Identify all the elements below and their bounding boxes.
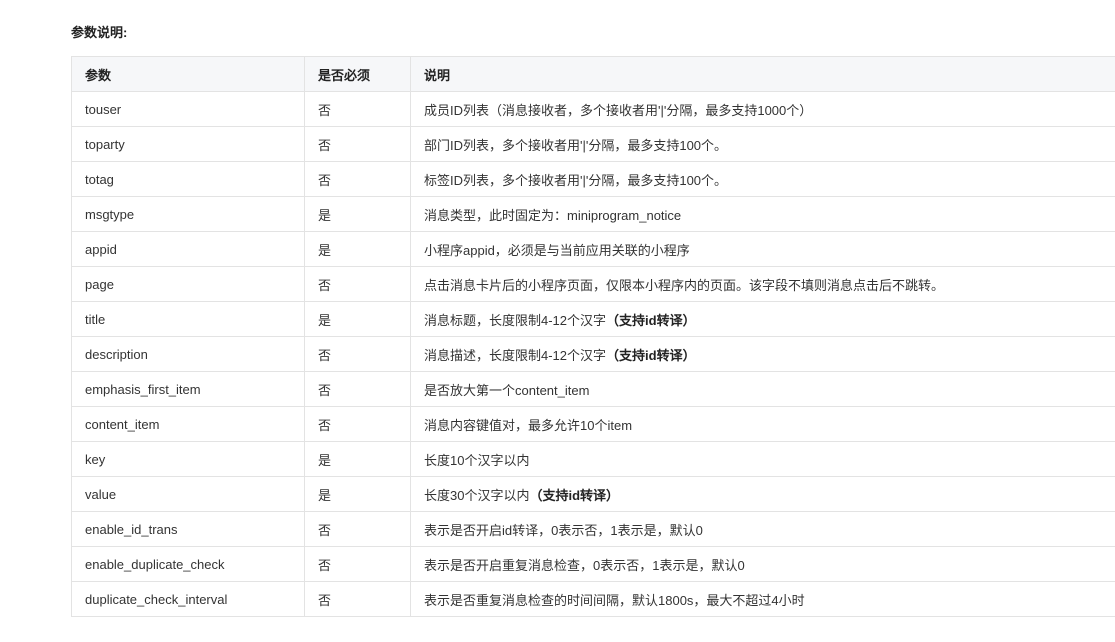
param-description: 长度30个汉字以内（支持id转译） xyxy=(410,476,1115,512)
header-required: 是否必须 xyxy=(304,56,411,92)
description-text: 消息描述，长度限制4-12个汉字 xyxy=(424,347,607,363)
table-row: enable_duplicate_check 否 表示是否开启重复消息检查，0表… xyxy=(71,546,1115,582)
param-required: 否 xyxy=(304,161,411,197)
table-row: appid 是 小程序appid，必须是与当前应用关联的小程序 xyxy=(71,231,1115,267)
param-required: 否 xyxy=(304,91,411,127)
param-required: 否 xyxy=(304,581,411,617)
description-text: 长度10个汉字以内 xyxy=(424,452,530,468)
param-description: 部门ID列表，多个接收者用'|'分隔，最多支持100个。 xyxy=(410,126,1115,162)
table-header-row: 参数 是否必须 说明 xyxy=(71,56,1115,92)
description-text: 长度30个汉字以内 xyxy=(424,487,530,503)
description-text: 成员ID列表（消息接收者，多个接收者用'|'分隔，最多支持1000个） xyxy=(424,102,813,118)
param-required: 否 xyxy=(304,546,411,582)
id-translation-note: （支持id转译） xyxy=(529,487,620,503)
param-description: 标签ID列表，多个接收者用'|'分隔，最多支持100个。 xyxy=(410,161,1115,197)
param-name: enable_duplicate_check xyxy=(71,546,305,582)
param-required: 否 xyxy=(304,126,411,162)
param-required: 是 xyxy=(304,231,411,267)
table-row: description 否 消息描述，长度限制4-12个汉字（支持id转译） xyxy=(71,336,1115,372)
section-title: 参数说明: xyxy=(71,25,128,40)
table-row: enable_id_trans 否 表示是否开启id转译，0表示否，1表示是，默… xyxy=(71,511,1115,547)
header-param: 参数 xyxy=(71,56,305,92)
param-required: 否 xyxy=(304,336,411,372)
param-required: 否 xyxy=(304,511,411,547)
param-description: 成员ID列表（消息接收者，多个接收者用'|'分隔，最多支持1000个） xyxy=(410,91,1115,127)
table-row: totag 否 标签ID列表，多个接收者用'|'分隔，最多支持100个。 xyxy=(71,161,1115,197)
param-description: 是否放大第一个content_item xyxy=(410,371,1115,407)
id-translation-note: （支持id转译） xyxy=(606,347,696,363)
table-body: touser 否 成员ID列表（消息接收者，多个接收者用'|'分隔，最多支持10… xyxy=(71,91,1115,617)
param-description: 长度10个汉字以内 xyxy=(410,441,1115,477)
param-name: description xyxy=(71,336,305,372)
table-row: page 否 点击消息卡片后的小程序页面，仅限本小程序内的页面。该字段不填则消息… xyxy=(71,266,1115,302)
description-text: 表示是否重复消息检查的时间间隔，默认1800s，最大不超过4小时 xyxy=(424,592,805,608)
param-description: 消息描述，长度限制4-12个汉字（支持id转译） xyxy=(410,336,1115,372)
param-description: 点击消息卡片后的小程序页面，仅限本小程序内的页面。该字段不填则消息点击后不跳转。 xyxy=(410,266,1115,302)
param-description: 消息标题，长度限制4-12个汉字（支持id转译） xyxy=(410,301,1115,337)
param-description: 小程序appid，必须是与当前应用关联的小程序 xyxy=(410,231,1115,267)
description-text: 消息内容键值对，最多允许10个item xyxy=(424,417,633,433)
param-name: page xyxy=(71,266,305,302)
description-text: 消息类型，此时固定为：miniprogram_notice xyxy=(424,207,682,223)
table-row: msgtype 是 消息类型，此时固定为：miniprogram_notice xyxy=(71,196,1115,232)
param-name: totag xyxy=(71,161,305,197)
param-description: 表示是否重复消息检查的时间间隔，默认1800s，最大不超过4小时 xyxy=(410,581,1115,617)
description-text: 表示是否开启重复消息检查，0表示否，1表示是，默认0 xyxy=(424,557,745,573)
param-name: title xyxy=(71,301,305,337)
description-text: 部门ID列表，多个接收者用'|'分隔，最多支持100个。 xyxy=(424,137,728,153)
description-text: 消息标题，长度限制4-12个汉字 xyxy=(424,312,607,328)
table-row: value 是 长度30个汉字以内（支持id转译） xyxy=(71,476,1115,512)
description-text: 标签ID列表，多个接收者用'|'分隔，最多支持100个。 xyxy=(424,172,728,188)
param-name: key xyxy=(71,441,305,477)
param-required: 是 xyxy=(304,301,411,337)
param-required: 是 xyxy=(304,196,411,232)
param-required: 否 xyxy=(304,266,411,302)
table-row: content_item 否 消息内容键值对，最多允许10个item xyxy=(71,406,1115,442)
table-row: duplicate_check_interval 否 表示是否重复消息检查的时间… xyxy=(71,581,1115,617)
param-name: value xyxy=(71,476,305,512)
param-required: 是 xyxy=(304,441,411,477)
description-text: 点击消息卡片后的小程序页面，仅限本小程序内的页面。该字段不填则消息点击后不跳转。 xyxy=(424,277,945,293)
param-description: 消息内容键值对，最多允许10个item xyxy=(410,406,1115,442)
table-row: touser 否 成员ID列表（消息接收者，多个接收者用'|'分隔，最多支持10… xyxy=(71,91,1115,127)
id-translation-note: （支持id转译） xyxy=(606,312,696,328)
description-text: 是否放大第一个content_item xyxy=(424,382,590,398)
param-required: 否 xyxy=(304,406,411,442)
param-description: 表示是否开启重复消息检查，0表示否，1表示是，默认0 xyxy=(410,546,1115,582)
header-description: 说明 xyxy=(410,56,1115,92)
table-row: emphasis_first_item 否 是否放大第一个content_ite… xyxy=(71,371,1115,407)
table-row: title 是 消息标题，长度限制4-12个汉字（支持id转译） xyxy=(71,301,1115,337)
param-name: touser xyxy=(71,91,305,127)
param-name: enable_id_trans xyxy=(71,511,305,547)
table-row: toparty 否 部门ID列表，多个接收者用'|'分隔，最多支持100个。 xyxy=(71,126,1115,162)
param-name: msgtype xyxy=(71,196,305,232)
param-required: 否 xyxy=(304,371,411,407)
param-name: duplicate_check_interval xyxy=(71,581,305,617)
param-description: 表示是否开启id转译，0表示否，1表示是，默认0 xyxy=(410,511,1115,547)
table-row: key 是 长度10个汉字以内 xyxy=(71,441,1115,477)
description-text: 小程序appid，必须是与当前应用关联的小程序 xyxy=(424,242,690,258)
param-name: toparty xyxy=(71,126,305,162)
parameter-table: 参数 是否必须 说明 touser 否 成员ID列表（消息接收者，多个接收者用'… xyxy=(71,56,1115,617)
param-name: content_item xyxy=(71,406,305,442)
param-name: appid xyxy=(71,231,305,267)
param-name: emphasis_first_item xyxy=(71,371,305,407)
param-description: 消息类型，此时固定为：miniprogram_notice xyxy=(410,196,1115,232)
description-text: 表示是否开启id转译，0表示否，1表示是，默认0 xyxy=(424,522,703,538)
param-required: 是 xyxy=(304,476,411,512)
